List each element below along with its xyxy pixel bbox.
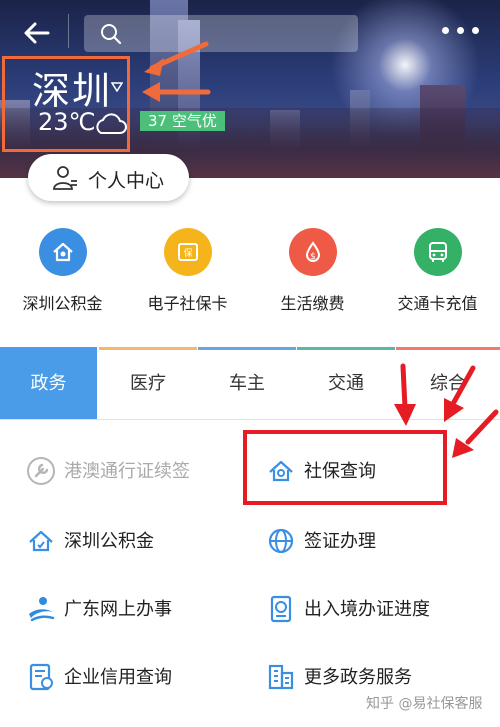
caret-down-icon[interactable] (111, 82, 123, 92)
service-label: 深圳公积金 (64, 531, 154, 552)
back-button[interactable] (22, 18, 52, 48)
housing-fund-icon (29, 530, 53, 552)
service-label: 港澳通行证续签 (64, 461, 190, 482)
service-label: 出入境办证进度 (304, 599, 430, 620)
back-arrow-icon (24, 22, 50, 44)
tab-label: 车主 (229, 373, 265, 394)
personal-center-label: 个人中心 (88, 170, 165, 192)
tab-government[interactable]: 政务 (0, 347, 97, 420)
annotation-arrow (142, 41, 211, 102)
bill-payment-icon: $ (288, 228, 337, 276)
tab-accent-bar (396, 347, 500, 350)
user-icon (53, 166, 77, 190)
tab-label: 交通 (328, 373, 364, 394)
service-label: 企业信用查询 (64, 667, 172, 688)
housing-fund-icon (38, 228, 87, 276)
tab-accent-bar (99, 347, 197, 350)
dot-icon (442, 27, 449, 34)
watermark: 知乎 @易社保客服 (366, 696, 483, 712)
air-quality-badge: 37 空气优 (140, 111, 225, 131)
header-banner: 深圳 23℃ 37 空气优 (0, 0, 500, 178)
guangdong-icon (29, 597, 55, 622)
search-input[interactable] (84, 15, 358, 52)
tab-medical[interactable]: 医疗 (99, 347, 197, 420)
quick-service-label: 生活缴费 (280, 294, 345, 313)
tab-label: 政务 (30, 373, 67, 394)
personal-center-button[interactable]: 个人中心 (28, 154, 189, 201)
search-icon (101, 24, 122, 45)
quick-service-housing-fund[interactable]: 深圳公积金 (0, 228, 125, 314)
tab-label: 医疗 (130, 373, 166, 394)
quick-service-label: 深圳公积金 (22, 294, 103, 313)
service-label: 广东网上办事 (64, 599, 172, 620)
header-divider (68, 14, 69, 48)
dot-icon (457, 27, 464, 34)
tab-car-owner[interactable]: 车主 (198, 347, 296, 420)
wrench-icon (27, 457, 55, 485)
annotation-arrows (394, 363, 499, 458)
credit-icon (29, 663, 53, 691)
more-menu-button[interactable] (442, 27, 480, 37)
svg-text:保: 保 (183, 247, 192, 259)
cloud-icon (96, 113, 127, 134)
quick-service-bill-payment[interactable]: $ 生活缴费 (250, 228, 375, 314)
globe-icon (268, 528, 294, 554)
building-icon (268, 664, 294, 690)
city-selector[interactable]: 深圳 (32, 60, 112, 115)
quick-service-transit-card[interactable]: 交通卡充值 (375, 228, 500, 314)
tab-accent-bar (198, 347, 296, 350)
service-label: 更多政务服务 (304, 667, 412, 688)
svg-text:$: $ (310, 252, 316, 262)
temperature: 23℃ (38, 108, 96, 136)
quick-service-social-card[interactable]: 保 电子社保卡 (125, 228, 250, 314)
bus-icon (413, 228, 462, 276)
quick-service-label: 交通卡充值 (397, 294, 478, 313)
service-label: 签证办理 (304, 531, 376, 552)
dot-icon (472, 27, 479, 34)
passport-icon (270, 595, 292, 623)
quick-service-label: 电子社保卡 (147, 294, 228, 313)
tab-accent-bar (297, 347, 395, 350)
social-card-icon: 保 (163, 228, 212, 276)
